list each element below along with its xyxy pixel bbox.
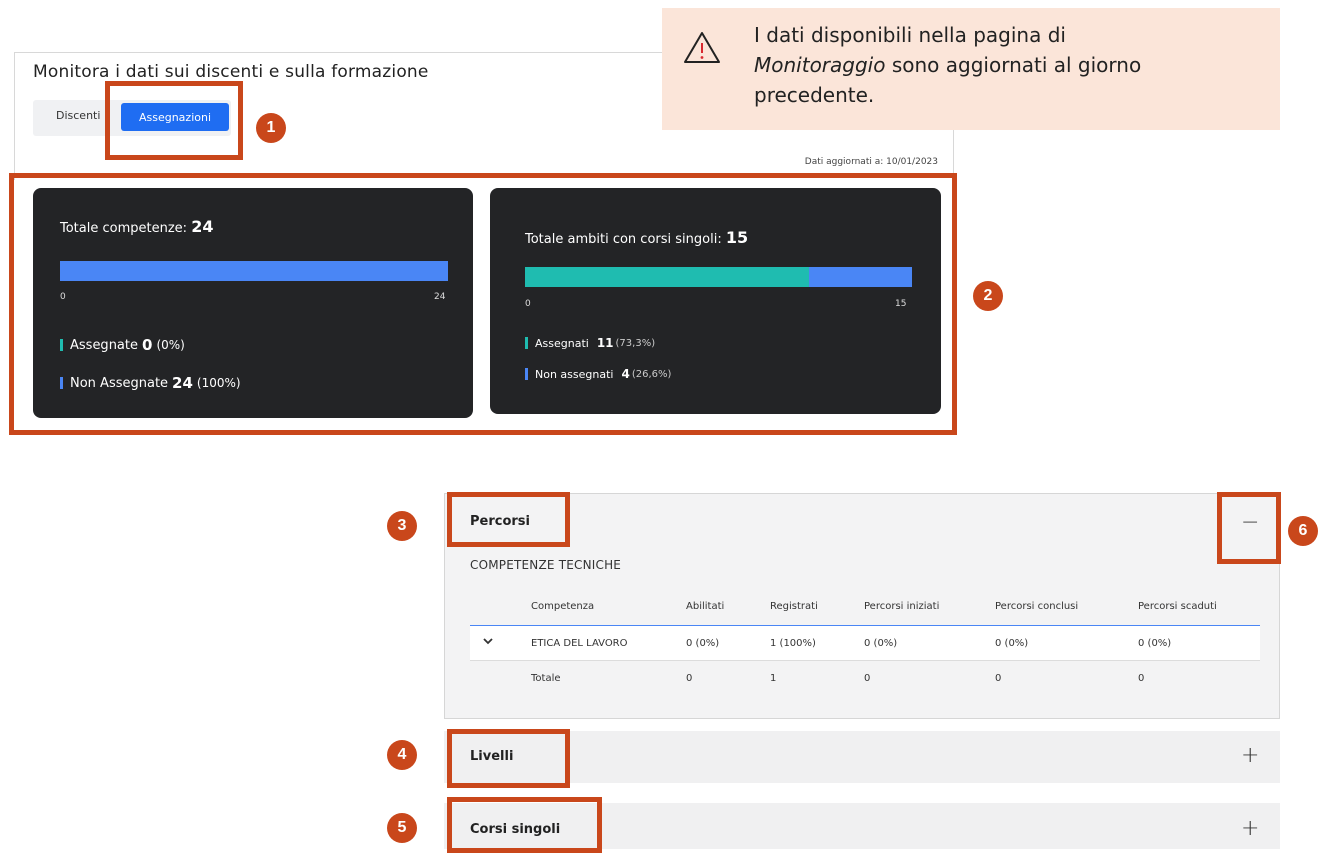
highlight-livelli	[447, 729, 570, 788]
cell-abilitati: 0 (0%)	[686, 638, 720, 649]
row-separator	[470, 660, 1260, 661]
notice-text: I dati disponibili nella pagina di Monit…	[754, 20, 1254, 110]
highlight-tabs	[105, 81, 243, 160]
cell-scaduti: 0 (0%)	[1138, 638, 1172, 649]
total-scaduti: 0	[1138, 673, 1145, 684]
cell-iniziati: 0 (0%)	[864, 638, 898, 649]
highlight-corsi	[447, 797, 602, 853]
col-competenza: Competenza	[531, 601, 595, 612]
step-badge-4: 4	[387, 740, 417, 770]
total-conclusi: 0	[995, 673, 1002, 684]
step-badge-6: 6	[1288, 516, 1318, 546]
col-percorsi-conclusi: Percorsi conclusi	[995, 601, 1079, 612]
notice-italic-word: Monitoraggio	[754, 53, 886, 77]
notice-line-1: I dati disponibili nella pagina di	[754, 23, 1066, 47]
cell-conclusi: 0 (0%)	[995, 638, 1029, 649]
highlight-percorsi	[447, 492, 570, 547]
notice-line-3: precedente.	[754, 83, 875, 107]
cell-competenza: ETICA DEL LAVORO	[531, 638, 628, 649]
section-label: COMPETENZE TECNICHE	[470, 558, 622, 572]
col-abilitati: Abilitati	[686, 601, 725, 612]
expand-icon[interactable]: +	[1241, 818, 1259, 840]
cell-registrati: 1 (100%)	[770, 638, 816, 649]
highlight-collapse	[1217, 492, 1281, 564]
step-badge-3: 3	[387, 511, 417, 541]
page-title: Monitora i dati sui discenti e sulla for…	[33, 62, 429, 82]
tab-discenti[interactable]: Discenti	[56, 109, 100, 122]
step-badge-5: 5	[387, 813, 417, 843]
last-updated-label: Dati aggiornati a: 10/01/2023	[804, 157, 938, 167]
step-badge-1: 1	[256, 113, 286, 143]
chevron-down-icon[interactable]	[482, 636, 494, 646]
highlight-cards	[9, 173, 957, 435]
col-registrati: Registrati	[770, 601, 818, 612]
col-percorsi-scaduti: Percorsi scaduti	[1138, 601, 1217, 612]
step-badge-2: 2	[973, 281, 1003, 311]
warning-icon	[684, 32, 720, 63]
notice-line-2: sono aggiornati al giorno	[885, 53, 1142, 77]
total-registrati: 1	[770, 673, 777, 684]
total-abilitati: 0	[686, 673, 693, 684]
tutorial-screenshot: Monitora i dati sui discenti e sulla for…	[0, 0, 1319, 853]
total-label: Totale	[531, 673, 561, 684]
total-iniziati: 0	[864, 673, 871, 684]
expand-icon[interactable]: +	[1241, 745, 1259, 767]
col-percorsi-iniziati: Percorsi iniziati	[864, 601, 940, 612]
